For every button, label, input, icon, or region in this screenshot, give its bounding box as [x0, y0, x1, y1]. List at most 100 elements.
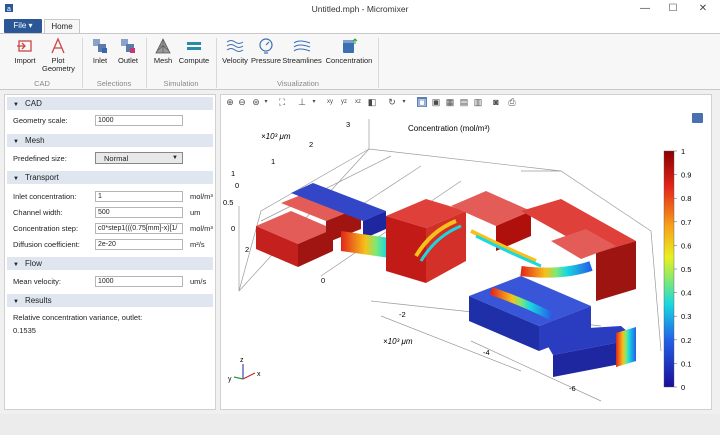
minimize-button[interactable]: —	[630, 2, 660, 16]
section-flow-title: Flow	[24, 259, 42, 268]
compute-label: Compute	[178, 56, 210, 65]
go-to-view-icon[interactable]: ◧	[367, 97, 377, 107]
streamlines-icon	[293, 40, 311, 52]
streamlines-button[interactable]: Streamlines	[282, 37, 322, 65]
concentration-label: Concentration	[325, 56, 373, 65]
section-transport-header[interactable]: ▼ Transport	[7, 171, 213, 184]
ribbon-divider	[378, 38, 379, 88]
outlet-icon	[121, 39, 135, 53]
axis-unit-top: ×10³ μm	[261, 132, 291, 141]
window-restore-icon[interactable]	[692, 113, 703, 123]
plot-geometry-icon	[51, 37, 65, 54]
velocity-button[interactable]: Velocity	[220, 37, 250, 65]
mean-velocity-unit: um/s	[190, 277, 207, 286]
zoom-box-icon[interactable]: ⊛	[251, 97, 261, 107]
ribbon-group-cad: CAD	[34, 79, 50, 88]
ribbon-divider	[82, 38, 83, 88]
compute-icon	[187, 42, 201, 50]
view-yz-icon[interactable]: yz	[339, 97, 349, 107]
section-flow-header[interactable]: ▼ Flow	[7, 257, 213, 270]
outlet-button[interactable]: Outlet	[114, 37, 142, 65]
triad-x-label: x	[257, 371, 261, 378]
transparency-icon[interactable]: ▣	[431, 97, 441, 107]
view-axes-icon[interactable]: ⊥	[297, 97, 307, 107]
import-label: Import	[14, 56, 36, 65]
plot-geometry-button[interactable]: Plot Geometry	[42, 37, 75, 73]
mean-velocity-input[interactable]: 1000	[95, 276, 183, 287]
zoom-out-icon[interactable]: ⊖	[237, 97, 247, 107]
title-bar: a Untitled.mph - Micromixer — ☐ ✕	[0, 0, 720, 18]
status-bar	[0, 414, 720, 435]
triad-z-label: z	[240, 357, 244, 364]
section-mesh-header[interactable]: ▼ Mesh	[7, 134, 213, 147]
render-mesh-icon[interactable]: ▤	[459, 97, 469, 107]
mesh-label: Mesh	[153, 56, 173, 65]
left-tick-label: 2	[245, 245, 249, 254]
colorbar	[663, 150, 675, 388]
view-xz-icon[interactable]: xz	[353, 97, 363, 107]
chevron-down-icon: ▼	[13, 176, 19, 182]
colorbar-ticks: 1 0.9 0.8 0.7 0.6 0.5 0.4 0.3 0.2 0.1 0	[674, 147, 691, 392]
close-button[interactable]: ✕	[688, 2, 718, 16]
concentration-icon	[343, 38, 358, 53]
colorbar-tick-label: 0.4	[681, 289, 691, 298]
grid-icon[interactable]: ▥	[473, 97, 483, 107]
zoom-in-icon[interactable]: ⊕	[225, 97, 235, 107]
maximize-button[interactable]: ☐	[658, 2, 688, 16]
predefined-size-value: Normal	[104, 154, 129, 163]
compute-button[interactable]: Compute	[177, 37, 211, 65]
channel-width-input[interactable]: 500	[95, 207, 183, 218]
view-xy-icon[interactable]: xy	[325, 97, 335, 107]
print-icon[interactable]: ⎙	[507, 97, 517, 107]
streamlines-label: Streamlines	[282, 56, 322, 65]
wireframe-icon[interactable]: ▦	[445, 97, 455, 107]
inlet-concentration-input[interactable]: 1	[95, 191, 183, 202]
mesh-button[interactable]: Mesh	[150, 37, 176, 65]
graphics-toolbar: ⊕ ⊖ ⊛ ▾ ⛶ ⊥ ▾ xy yz xz ◧ ↻ ▾ ▣ ▣ ▦ ▤ ▥ ◙…	[221, 95, 711, 109]
concentration-button[interactable]: Concentration	[324, 37, 374, 65]
camera-icon[interactable]: ◙	[491, 97, 501, 107]
chevron-down-icon: ▼	[13, 139, 19, 145]
section-results-header[interactable]: ▼ Results	[7, 294, 213, 307]
x-tick-label: -4	[483, 348, 490, 357]
graphics-window[interactable]: ⊕ ⊖ ⊛ ▾ ⛶ ⊥ ▾ xy yz xz ◧ ↻ ▾ ▣ ▣ ▦ ▤ ▥ ◙…	[220, 94, 712, 410]
concentration-step-unit: mol/m³	[190, 224, 213, 233]
colorbar-tick-label: 0.6	[681, 241, 691, 250]
concentration-step-input[interactable]: c0*step1(((0.75[mm]-x)[1/	[95, 223, 183, 234]
ribbon: Import Plot Geometry Inlet Outlet Mesh C…	[0, 33, 720, 90]
ribbon-group-visualization: Visualization	[277, 79, 319, 88]
inlet-button[interactable]: Inlet	[86, 37, 114, 65]
channel-width-unit: um	[190, 208, 201, 217]
chevron-down-icon[interactable]: ▾	[399, 97, 409, 107]
outlet-face	[616, 327, 636, 367]
z-tick-label: 0	[231, 224, 235, 233]
predefined-size-select[interactable]: Normal ▼	[95, 152, 183, 164]
predefined-size-label: Predefined size:	[13, 154, 67, 163]
chevron-down-icon: ▼	[13, 262, 19, 268]
pressure-button[interactable]: Pressure	[251, 37, 281, 65]
left-tick-label: 0	[321, 276, 325, 285]
velocity-label: Velocity	[222, 56, 248, 65]
zoom-extents-icon[interactable]: ⛶	[277, 97, 287, 107]
y-tick-label: 2	[309, 140, 313, 149]
colorbar-tick-label: 1	[681, 147, 685, 156]
scene-light-icon[interactable]: ▣	[417, 97, 427, 107]
chevron-down-icon: ▼	[13, 299, 19, 305]
settings-panel: ▼ CAD Geometry scale: 1000 ▼ Mesh Predefin…	[4, 94, 216, 410]
chevron-down-icon[interactable]: ▾	[261, 97, 271, 107]
x-tick-label: -6	[569, 384, 576, 393]
ribbon-group-simulation: Simulation	[163, 79, 199, 88]
import-button[interactable]: Import	[10, 37, 40, 65]
chevron-down-icon[interactable]: ▾	[309, 97, 319, 107]
colorbar-tick-label: 0.3	[681, 312, 691, 321]
rotate-icon[interactable]: ↻	[387, 97, 397, 107]
section-cad-header[interactable]: ▼ CAD	[7, 97, 213, 110]
chevron-down-icon: ▼	[13, 102, 19, 108]
geometry-scale-input[interactable]: 1000	[95, 115, 183, 126]
colorbar-tick-label: 0.5	[681, 265, 691, 274]
diffusion-coefficient-input[interactable]: 2e-20	[95, 239, 183, 250]
tab-home[interactable]: Home	[44, 19, 80, 34]
diffusion-coefficient-unit: m²/s	[190, 240, 205, 249]
file-menu-tab[interactable]: File ▾	[4, 19, 42, 33]
concentration-plot: ×10³ μm ×10³ μm 3 2 1 0 1 0.5 0 2 0 -2 -…	[223, 119, 691, 402]
